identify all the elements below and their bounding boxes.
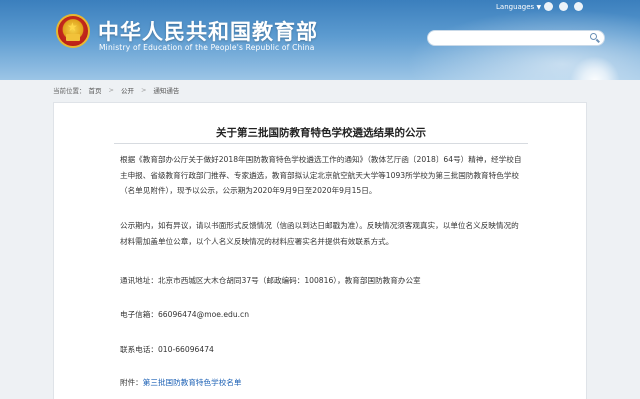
attachment-line: 附件：第三批国防教育特色学校名单: [120, 377, 242, 388]
search-box: [427, 30, 605, 46]
site-title[interactable]: 中华人民共和国教育部: [98, 16, 318, 46]
search-input[interactable]: [436, 32, 586, 44]
site-header: ★ 中华人民共和国教育部 Ministry of Education of th…: [0, 0, 640, 80]
search-button[interactable]: [589, 33, 601, 44]
breadcrumb-home[interactable]: 首页: [89, 85, 102, 95]
contact-phone: 联系电话：010-66096474: [120, 345, 214, 354]
breadcrumb-separator: >: [140, 86, 147, 94]
top-icons: [544, 2, 583, 11]
attachment-link[interactable]: 第三批国防教育特色学校名单: [143, 378, 242, 387]
site-subtitle: Ministry of Education of the People's Re…: [99, 43, 315, 52]
attachment-label: 附件：: [120, 378, 143, 387]
breadcrumb-separator: >: [108, 86, 114, 94]
contact-address: 通讯地址：北京市西城区大木仓胡同37号（邮政编码：100816），教育部国防教育…: [120, 276, 421, 285]
share-icon[interactable]: [559, 2, 568, 11]
languages-dropdown[interactable]: Languages ▼: [496, 3, 541, 11]
article-container: 关于第三批国防教育特色学校遴选结果的公示 根据《教育部办公厅关于做好2018年国…: [53, 102, 587, 399]
star-icon: ★: [67, 20, 78, 34]
breadcrumb-public[interactable]: 公开: [121, 85, 134, 95]
chevron-down-icon: ▼: [536, 4, 542, 11]
breadcrumb: 当前位置： 首页 > 公开 > 通知通告: [53, 84, 179, 96]
article-paragraph: 公示期内，如有异议，请以书面形式反馈情况（信函以到达日邮戳为准）。反映情况须客观…: [120, 221, 519, 246]
home-icon[interactable]: [544, 2, 553, 11]
title-divider: [114, 143, 528, 144]
national-emblem-icon[interactable]: ★: [56, 14, 90, 48]
article-title: 关于第三批国防教育特色学校遴选结果的公示: [216, 127, 426, 139]
search-icon-handle: [596, 38, 600, 43]
mobile-icon[interactable]: [574, 2, 583, 11]
breadcrumb-label: 当前位置：: [53, 87, 86, 95]
languages-label: Languages: [496, 3, 535, 11]
breadcrumb-notices[interactable]: 通知通告: [153, 85, 179, 95]
contact-email: 电子信箱：66096474@moe.edu.cn: [120, 310, 250, 319]
article-paragraph: 根据《教育部办公厅关于做好2018年国防教育特色学校遴选工作的通知》（教体艺厅函…: [120, 155, 522, 195]
gate-icon: [66, 34, 80, 41]
